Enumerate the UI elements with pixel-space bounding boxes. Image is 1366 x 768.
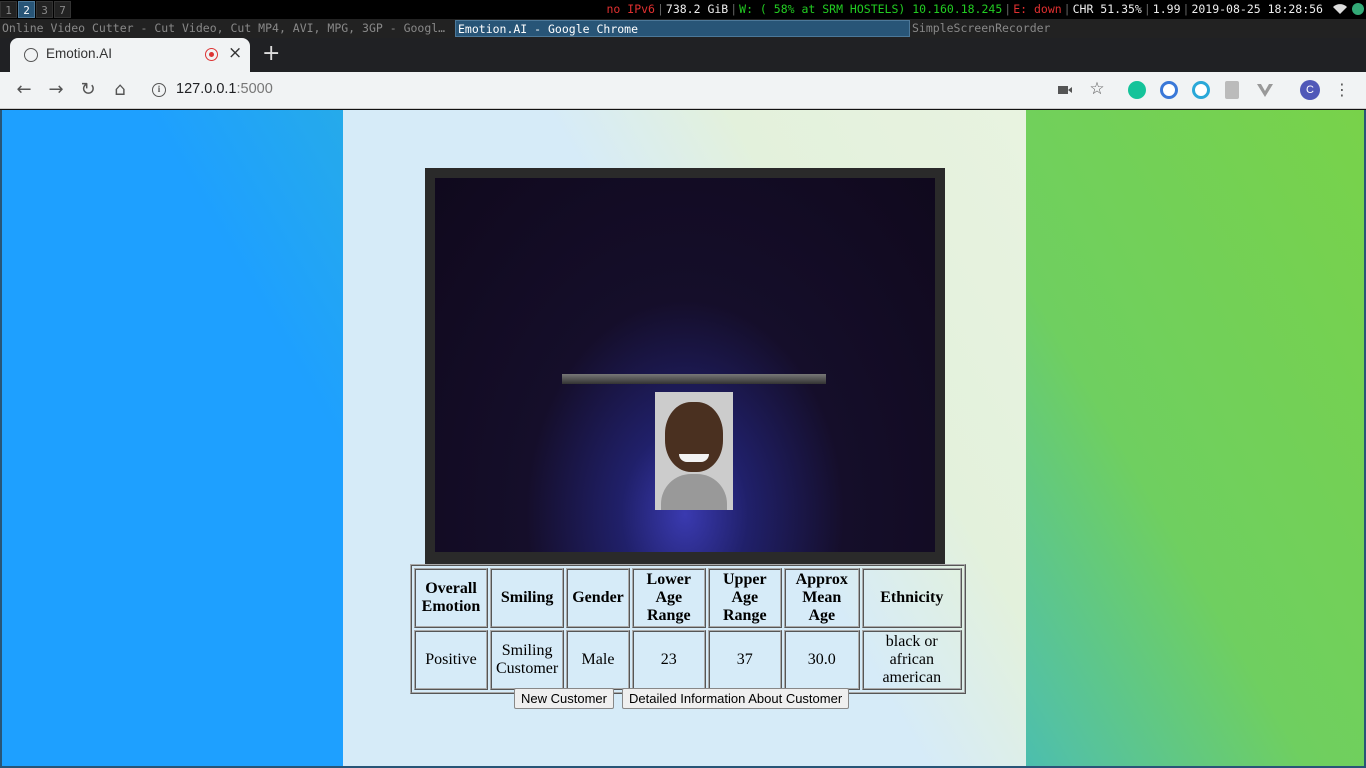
- workspace-1[interactable]: 1: [0, 1, 17, 18]
- wifi-icon[interactable]: [1332, 3, 1348, 15]
- cell-overall-emotion: Positive: [414, 630, 488, 690]
- cell-lower-age: 23: [631, 630, 706, 690]
- datetime-status: 2019-08-25 18:28:56: [1191, 2, 1323, 16]
- camera-icon[interactable]: [1056, 81, 1074, 99]
- browser-tab-strip: Emotion.AI × +: [0, 38, 1366, 72]
- extension-clipboard-icon[interactable]: [1225, 81, 1239, 99]
- url-port: :5000: [236, 81, 273, 97]
- url-host: 127.0.0.1: [176, 81, 237, 97]
- window-tab-emotion-ai[interactable]: Emotion.AI - Google Chrome: [455, 20, 910, 37]
- cell-mean-age: 30.0: [783, 630, 860, 690]
- table-row: Positive Smiling Customer Male 23 37 30.…: [414, 630, 962, 690]
- workspace-2[interactable]: 2: [18, 1, 35, 18]
- camera-feed-image: [435, 178, 935, 552]
- wifi-status: W: ( 58% at SRM HOSTELS) 10.160.18.245: [739, 2, 1003, 16]
- globe-icon: [24, 48, 38, 62]
- extension-sync-icon[interactable]: [1160, 81, 1178, 99]
- ipv6-status: no IPv6: [606, 2, 655, 16]
- site-info-icon[interactable]: i: [152, 83, 166, 97]
- header-gender: Gender: [566, 568, 630, 628]
- video-feed-frame: [425, 168, 945, 565]
- new-tab-button[interactable]: +: [262, 41, 280, 66]
- forward-icon[interactable]: →: [45, 79, 67, 101]
- workspace-3[interactable]: 3: [36, 1, 53, 18]
- content-panel: Overall Emotion Smiling Gender Lower Age…: [343, 110, 1026, 766]
- load-status: 1.99: [1152, 2, 1181, 16]
- grammarly-icon[interactable]: [1128, 81, 1146, 99]
- table-header-row: Overall Emotion Smiling Gender Lower Age…: [414, 568, 962, 628]
- detailed-info-button[interactable]: Detailed Information About Customer: [622, 688, 850, 709]
- header-overall-emotion: Overall Emotion: [414, 568, 488, 628]
- cell-ethnicity: black or african american: [861, 630, 962, 690]
- battery-status: CHR 51.35%: [1072, 2, 1142, 16]
- window-tab-screen-recorder[interactable]: SimpleScreenRecorder: [910, 20, 1366, 37]
- page-viewport: Overall Emotion Smiling Gender Lower Age…: [0, 110, 1366, 768]
- cell-smiling: Smiling Customer: [490, 630, 565, 690]
- bookmark-star-icon[interactable]: ☆: [1086, 78, 1108, 100]
- header-upper-age: Upper Age Range: [707, 568, 782, 628]
- status-bar: 1 2 3 7 no IPv6 | 738.2 GiB | W: ( 58% at SR…: [0, 0, 1366, 19]
- header-smiling: Smiling: [490, 568, 565, 628]
- window-tab-video-cutter[interactable]: Online Video Cutter - Cut Video, Cut MP4…: [0, 20, 454, 37]
- workspace-7[interactable]: 7: [54, 1, 71, 18]
- browser-tab[interactable]: Emotion.AI ×: [10, 38, 250, 72]
- extension-react-icon[interactable]: [1192, 81, 1210, 99]
- profile-avatar[interactable]: C: [1300, 80, 1320, 100]
- address-bar[interactable]: 127.0.0.1:5000: [176, 81, 273, 97]
- header-ethnicity: Ethnicity: [861, 568, 962, 628]
- browser-toolbar: ← → ↻ ⌂ i 127.0.0.1:5000 ☆ C ⋮: [0, 72, 1366, 109]
- menu-kebab-icon[interactable]: ⋮: [1331, 79, 1353, 101]
- cell-gender: Male: [566, 630, 630, 690]
- recording-icon: [205, 48, 218, 61]
- back-icon[interactable]: ←: [13, 79, 35, 101]
- header-lower-age: Lower Age Range: [631, 568, 706, 628]
- cell-upper-age: 37: [707, 630, 782, 690]
- browser-tab-title: Emotion.AI: [46, 46, 113, 61]
- close-tab-icon[interactable]: ×: [228, 43, 242, 63]
- disk-status: 738.2 GiB: [665, 2, 729, 16]
- new-customer-button[interactable]: New Customer: [514, 688, 614, 709]
- ethernet-status: E: down: [1013, 2, 1062, 16]
- laptop-edge: [562, 374, 826, 384]
- home-icon[interactable]: ⌂: [109, 79, 131, 101]
- header-mean-age: Approx Mean Age: [783, 568, 860, 628]
- window-tab-bar: Online Video Cutter - Cut Video, Cut MP4…: [0, 19, 1366, 38]
- extension-vue-icon[interactable]: [1256, 81, 1274, 99]
- results-table: Overall Emotion Smiling Gender Lower Age…: [410, 564, 966, 694]
- network-tray-icon[interactable]: [1352, 3, 1364, 15]
- reload-icon[interactable]: ↻: [77, 79, 99, 101]
- status-blocks: no IPv6 | 738.2 GiB | W: ( 58% at SRM HOSTEL…: [606, 2, 1324, 16]
- customer-photo: [655, 392, 733, 510]
